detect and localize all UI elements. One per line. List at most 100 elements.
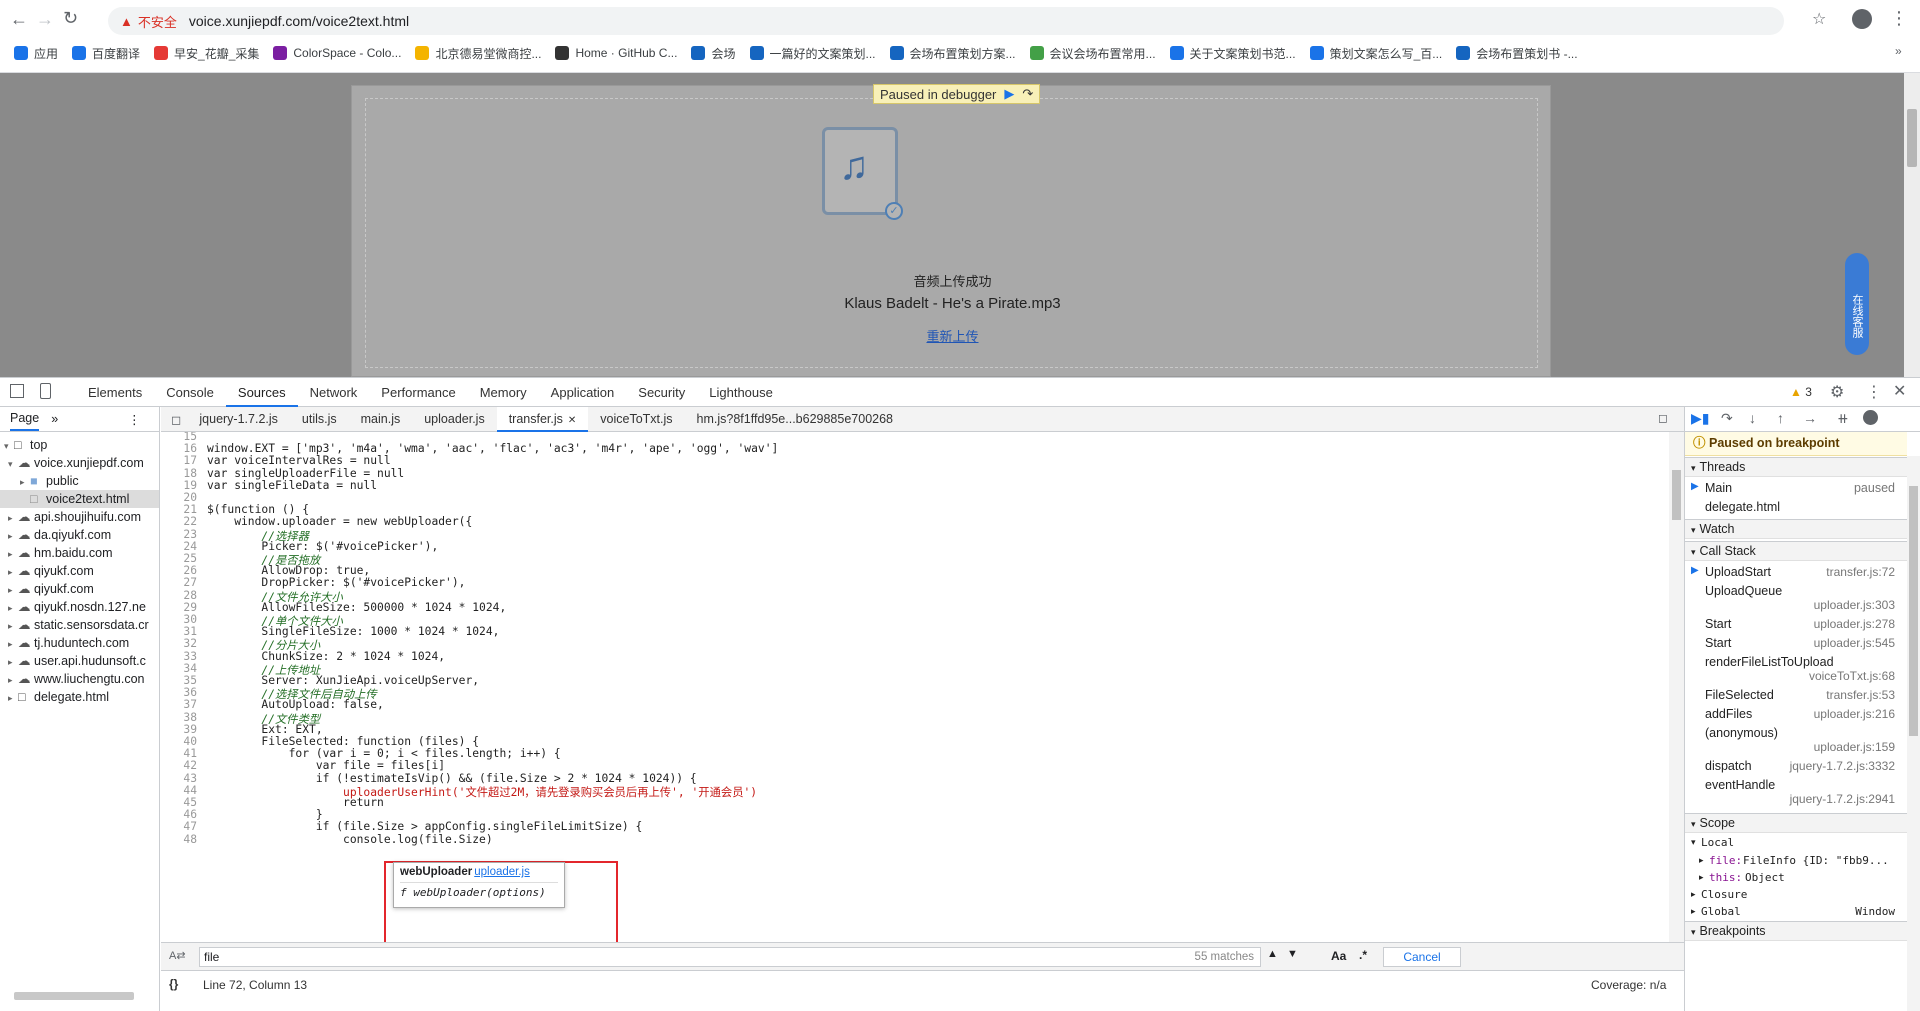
code-line[interactable]: for (var i = 0; i < files.length; i++) { (207, 747, 561, 760)
callstack-frame[interactable]: Start uploader.js:278 (1685, 615, 1907, 634)
tree-arrow-icon[interactable]: ▸ (8, 509, 18, 526)
line-number[interactable]: 28 (161, 589, 201, 602)
devtools-tab-application[interactable]: Application (539, 378, 627, 407)
search-input[interactable]: file (204, 950, 219, 964)
device-toolbar-icon[interactable] (40, 383, 51, 399)
more-icon[interactable]: ⋮ (1866, 382, 1882, 402)
line-number[interactable]: 43 (161, 772, 201, 785)
tree-arrow-icon[interactable]: ▸ (8, 545, 18, 562)
callstack-frame[interactable]: FileSelected transfer.js:53 (1685, 686, 1907, 705)
tree-arrow-icon[interactable]: ▾ (4, 437, 14, 454)
code-line[interactable]: return (207, 796, 384, 809)
tree-arrow-icon[interactable]: ▸ (8, 653, 18, 670)
file-tab[interactable]: uploader.js (412, 407, 496, 432)
code-line[interactable]: AutoUpload: false, (207, 698, 383, 711)
callstack-frame[interactable]: (anonymous) uploader.js:159 (1685, 724, 1907, 757)
devtools-tab-lighthouse[interactable]: Lighthouse (697, 378, 785, 407)
resume-icon[interactable]: ▶ (1004, 86, 1014, 102)
frame-location[interactable]: transfer.js:53 (1826, 688, 1895, 702)
line-number[interactable]: 26 (161, 564, 201, 577)
callstack-frame[interactable]: renderFileListToUpload voiceToTxt.js:68 (1685, 653, 1907, 686)
search-prev-icon[interactable]: ▲ (1267, 948, 1278, 960)
callstack-section[interactable]: ▾ Call Stack (1685, 541, 1907, 561)
devtools-tab-performance[interactable]: Performance (369, 378, 467, 407)
line-number[interactable]: 27 (161, 576, 201, 589)
line-number[interactable]: 17 (161, 454, 201, 467)
online-service-button[interactable]: 在线客服 (1845, 253, 1869, 355)
line-number[interactable]: 21 (161, 503, 201, 516)
toggle-navigator-icon[interactable]: ◻ (171, 412, 181, 427)
code-line[interactable]: var singleUploaderFile = null (207, 467, 404, 480)
frame-location[interactable]: transfer.js:72 (1826, 565, 1895, 579)
frame-location[interactable]: voiceToTxt.js:68 (1809, 669, 1895, 683)
bookmark-item[interactable]: 早安_花瓣_采集 (154, 45, 259, 62)
upload-dropzone[interactable]: ♫ ✓ 音频上传成功 Klaus Badelt - He's a Pirate.… (365, 98, 1538, 368)
forward-icon[interactable]: → (36, 9, 54, 30)
address-bar[interactable]: ▲ 不安全 voice.xunjiepdf.com/voice2text.htm… (108, 7, 1784, 35)
pause-on-exceptions-icon[interactable] (1863, 410, 1878, 425)
line-number[interactable]: 41 (161, 747, 201, 760)
tree-arrow-icon[interactable]: ▸ (8, 617, 18, 634)
tree-arrow-icon[interactable]: ▸ (8, 527, 18, 544)
page-scrollbar[interactable] (1904, 73, 1920, 377)
line-number[interactable]: 16 (161, 442, 201, 455)
tree-arrow-icon[interactable]: ▸ (8, 689, 18, 706)
bookmark-item[interactable]: 会场 (691, 45, 736, 62)
line-number[interactable]: 25 (161, 552, 201, 565)
nav-tree-item[interactable]: ▸ ☁ hm.baidu.com (0, 544, 159, 562)
bookmark-item[interactable]: 会场布置策划方案... (889, 45, 1016, 62)
code-line[interactable]: var singleFileData = null (207, 479, 377, 492)
file-tab[interactable]: transfer.js ✕ (496, 406, 589, 432)
search-input-box[interactable]: file 55 matches (199, 947, 1261, 967)
scope-section[interactable]: ▾ Scope (1685, 813, 1907, 833)
tree-arrow-icon[interactable]: ▸ (20, 473, 30, 490)
profile-icon[interactable] (1852, 9, 1872, 29)
tree-arrow-icon[interactable]: ▸ (8, 671, 18, 688)
code-line[interactable]: DropPicker: $('#voicePicker'), (207, 576, 465, 589)
line-number[interactable]: 24 (161, 540, 201, 553)
bookmark-item[interactable]: 会场布置策划书 -... (1456, 45, 1578, 62)
nav-more-icon[interactable]: » (51, 412, 58, 426)
thread-item[interactable]: delegate.html (1685, 498, 1907, 517)
code-line[interactable]: } (207, 808, 323, 821)
step-button-icon[interactable]: → (1803, 410, 1817, 426)
devtools-tab-network[interactable]: Network (298, 378, 370, 407)
nav-tree-item[interactable]: ▸ ☁ qiyukf.com (0, 562, 159, 580)
line-number[interactable]: 37 (161, 698, 201, 711)
line-number[interactable]: 33 (161, 650, 201, 663)
code-line[interactable]: AllowFileSize: 500000 * 1024 * 1024, (207, 601, 506, 614)
devtools-tab-elements[interactable]: Elements (76, 378, 154, 407)
nav-tab-page[interactable]: Page (10, 407, 40, 431)
code-line[interactable]: AllowDrop: true, (207, 564, 370, 577)
resume-button-icon[interactable]: ▶▮ (1691, 410, 1709, 427)
scope-global[interactable]: ▸ Global Window (1685, 904, 1907, 921)
menu-icon[interactable]: ⋮ (1890, 8, 1908, 29)
code-line[interactable]: console.log(file.Size) (207, 833, 493, 846)
nav-hscrollbar[interactable] (14, 992, 134, 1000)
callstack-frame[interactable]: eventHandle jquery-1.7.2.js:2941 (1685, 776, 1907, 809)
step-out-button-icon[interactable]: ↑ (1777, 410, 1784, 426)
nav-tree-item[interactable]: ▸ ■ public (0, 472, 159, 490)
line-number[interactable]: 18 (161, 467, 201, 480)
file-tab[interactable]: main.js (349, 407, 413, 432)
threads-section[interactable]: ▾ Threads (1685, 457, 1907, 477)
line-number[interactable]: 38 (161, 711, 201, 724)
bookmark-item[interactable]: 会议会场布置常用... (1029, 45, 1156, 62)
scope-closure[interactable]: ▸ Closure (1685, 887, 1907, 904)
tooltip-link[interactable]: uploader.js (474, 866, 530, 878)
line-number[interactable]: 45 (161, 796, 201, 809)
devtools-tab-sources[interactable]: Sources (225, 378, 298, 407)
scope-local[interactable]: ▾ Local (1685, 835, 1907, 853)
step-over-icon[interactable]: ↷ (1022, 86, 1033, 102)
line-number[interactable]: 42 (161, 759, 201, 772)
bookmark-item[interactable]: 百度翻译 (72, 45, 140, 62)
code-line[interactable]: var file = files[i] (207, 759, 445, 772)
frame-location[interactable]: jquery-1.7.2.js:2941 (1790, 792, 1895, 806)
tree-arrow-icon[interactable]: ▾ (8, 455, 18, 472)
scope-variable[interactable]: ▸ file: FileInfo {ID: "fbb9... (1685, 853, 1907, 870)
nav-tree-item[interactable]: ▾ ☁ voice.xunjiepdf.com (0, 454, 159, 472)
close-tab-icon[interactable]: ✕ (568, 415, 576, 426)
bookmark-item[interactable]: 北京德易堂微商控... (415, 45, 541, 62)
frame-location[interactable]: jquery-1.7.2.js:3332 (1790, 759, 1895, 773)
line-number[interactable]: 39 (161, 723, 201, 736)
